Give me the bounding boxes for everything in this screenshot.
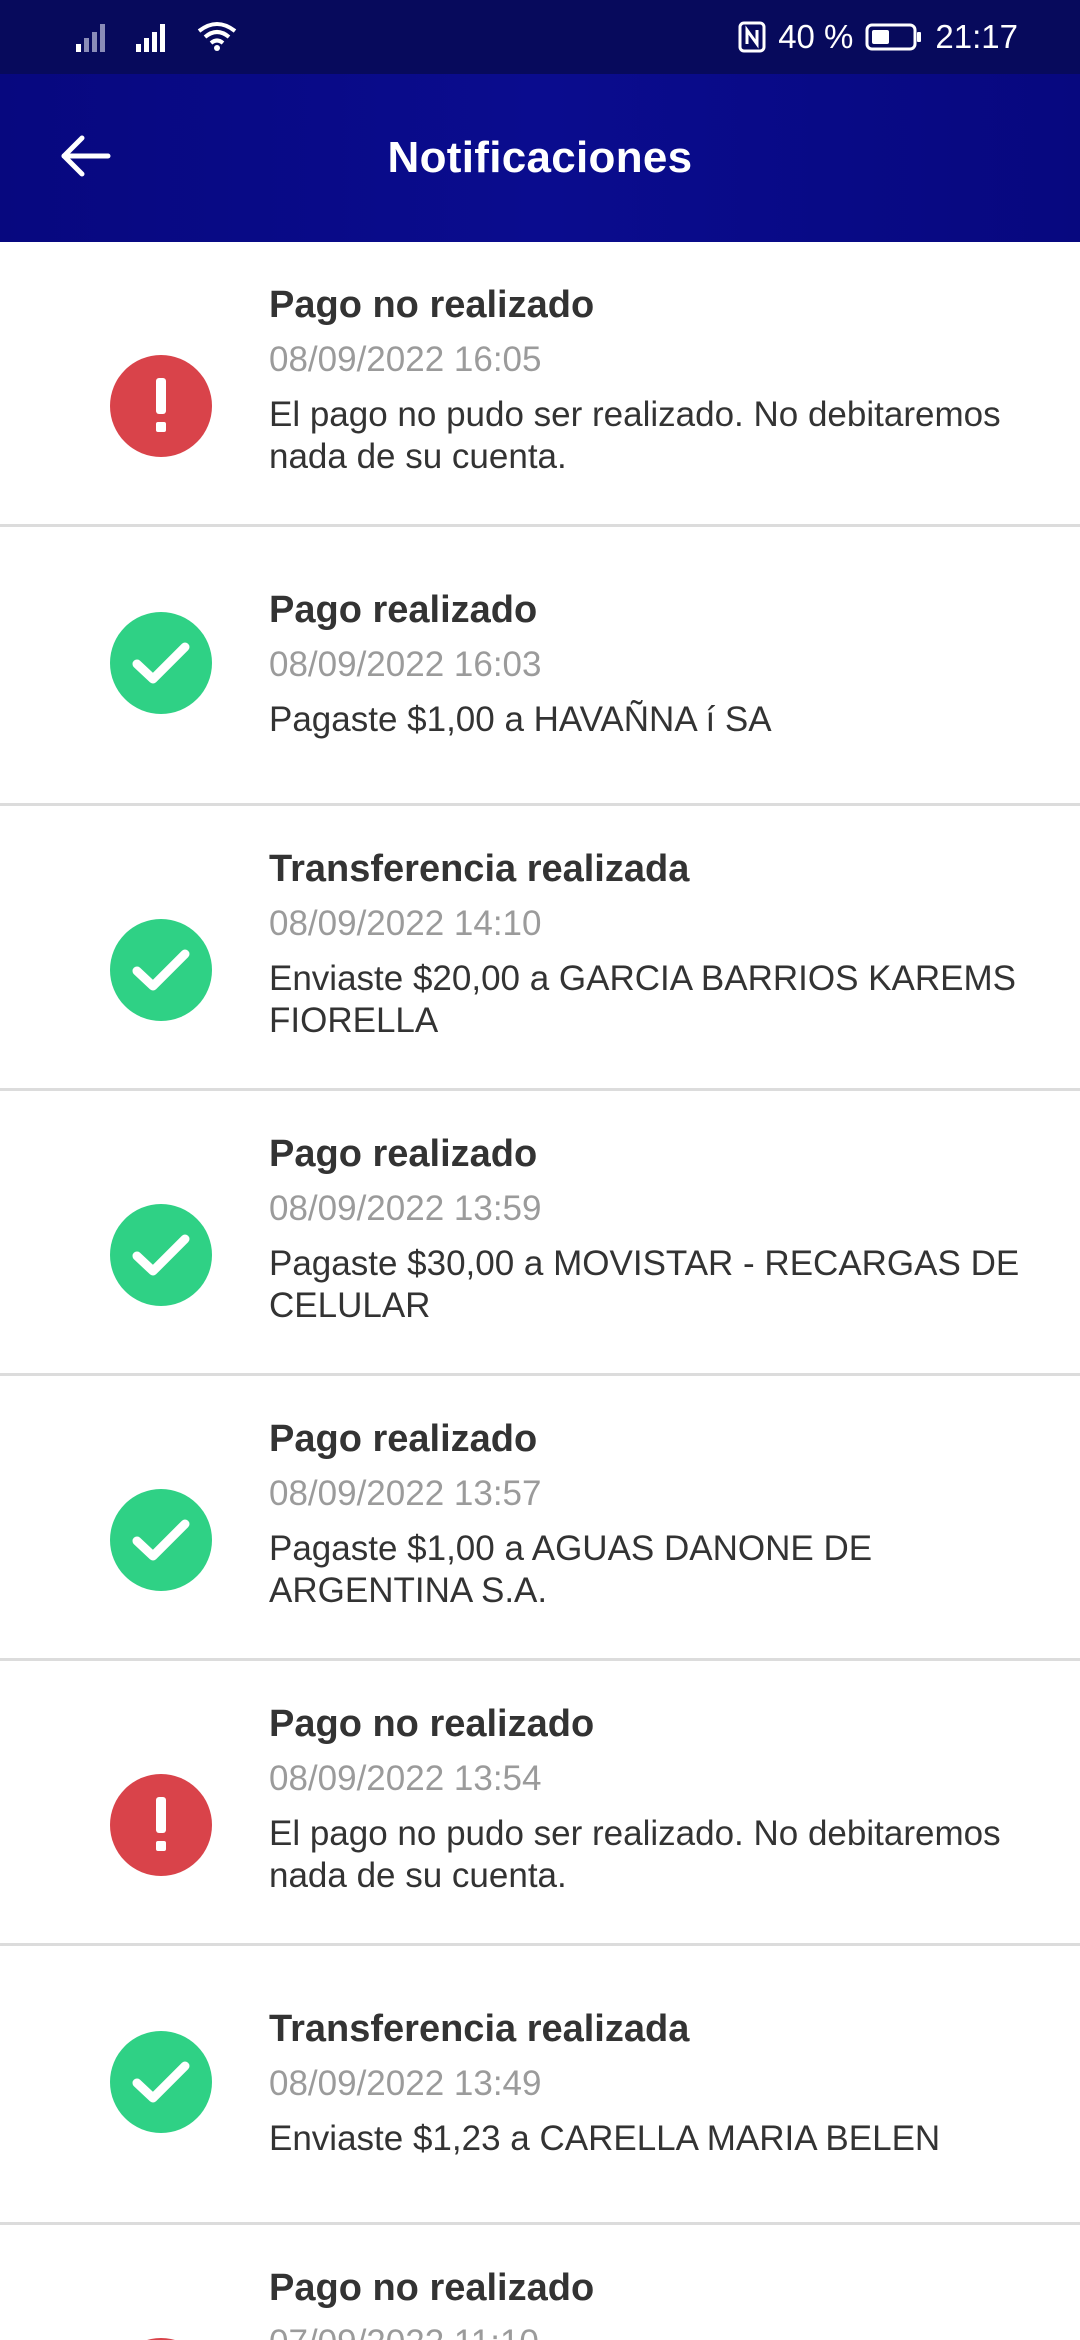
- notification-date: 08/09/2022 13:49: [269, 2064, 542, 2103]
- error-status-icon: [110, 355, 212, 457]
- notification-title: Pago no realizado: [269, 284, 595, 326]
- notification-date: 07/09/2022 11:10: [269, 2321, 1040, 2340]
- nfc-icon: [738, 21, 766, 53]
- notification-item[interactable]: Pago realizado 08/09/2022 13:57 Pagaste …: [0, 1376, 1080, 1661]
- notification-text: Pago realizado 08/09/2022 16:03 Pagaste …: [269, 587, 1040, 741]
- notification-description: El pago no pudo ser realizado. No debita…: [269, 395, 1001, 476]
- notification-title: Pago realizado: [269, 1133, 538, 1175]
- notification-date: 08/09/2022 16:03: [269, 645, 542, 684]
- success-status-icon: [110, 919, 212, 1021]
- notification-item[interactable]: Pago no realizado 08/09/2022 16:05 El pa…: [0, 242, 1080, 527]
- status-bar: 40 % 21:17: [0, 0, 1080, 74]
- check-icon: [132, 2061, 190, 2103]
- notification-date: 08/09/2022 14:10: [269, 904, 542, 943]
- notification-description: Pagaste $1,00 a AGUAS DANONE DE ARGENTIN…: [269, 1529, 873, 1610]
- notification-text: Transferencia realizada 08/09/2022 13:49…: [269, 2006, 1040, 2160]
- notification-text: Transferencia realizada 08/09/2022 14:10…: [269, 846, 1040, 1042]
- check-icon: [132, 1234, 190, 1276]
- error-status-icon: [110, 1774, 212, 1876]
- success-status-icon: [110, 612, 212, 714]
- signal-icon: [76, 22, 110, 52]
- notification-date: 08/09/2022 13:59: [269, 1189, 542, 1228]
- page-title: Notificaciones: [387, 133, 693, 182]
- notification-title: Pago no realizado: [269, 1703, 595, 1745]
- check-icon: [132, 949, 190, 991]
- notification-title: Pago realizado: [269, 1418, 538, 1460]
- notification-text: Pago realizado 08/09/2022 13:59 Pagaste …: [269, 1131, 1040, 1327]
- notification-item[interactable]: Transferencia realizada 08/09/2022 14:10…: [0, 806, 1080, 1091]
- notification-description: Pagaste $1,00 a HAVAÑNA í SA: [269, 700, 772, 739]
- notification-description: Enviaste $20,00 a GARCIA BARRIOS KAREMS …: [269, 959, 1016, 1040]
- notification-list: Pago no realizado 08/09/2022 16:05 El pa…: [0, 242, 1080, 2340]
- check-icon: [132, 642, 190, 684]
- notification-item[interactable]: Pago realizado 08/09/2022 16:03 Pagaste …: [0, 527, 1080, 806]
- notification-item[interactable]: Pago no realizado 08/09/2022 13:54 El pa…: [0, 1661, 1080, 1946]
- notification-title: Pago realizado: [269, 589, 538, 631]
- notification-text: Pago realizado 08/09/2022 13:57 Pagaste …: [269, 1416, 1040, 1612]
- success-status-icon: [110, 2031, 212, 2133]
- battery-percent: 40 %: [778, 18, 854, 55]
- clock: 21:17: [935, 18, 1018, 55]
- status-bar-right: 40 % 21:17: [738, 18, 1018, 56]
- notification-item[interactable]: Pago no realizado 07/09/2022 11:10: [0, 2225, 1080, 2340]
- notification-description: Enviaste $1,23 a CARELLA MARIA BELEN: [269, 2119, 941, 2158]
- notification-text: Pago no realizado 08/09/2022 16:05 El pa…: [269, 282, 1040, 478]
- battery-icon: [865, 22, 923, 52]
- wifi-icon: [196, 21, 238, 53]
- notification-title: Pago no realizado: [269, 2267, 595, 2309]
- success-status-icon: [110, 1204, 212, 1306]
- success-status-icon: [110, 1489, 212, 1591]
- notification-description: El pago no pudo ser realizado. No debita…: [269, 1814, 1001, 1895]
- notification-date: 08/09/2022 13:54: [269, 1759, 542, 1798]
- exclamation-icon: [156, 1797, 166, 1851]
- notification-item[interactable]: Transferencia realizada 08/09/2022 13:49…: [0, 1946, 1080, 2225]
- notification-text: Pago no realizado 07/09/2022 11:10: [269, 2265, 1040, 2340]
- notification-date: 08/09/2022 16:05: [269, 340, 542, 379]
- notification-text: Pago no realizado 08/09/2022 13:54 El pa…: [269, 1701, 1040, 1897]
- notification-description: Pagaste $30,00 a MOVISTAR - RECARGAS DE …: [269, 1244, 1020, 1325]
- notification-item[interactable]: Pago realizado 08/09/2022 13:59 Pagaste …: [0, 1091, 1080, 1376]
- check-icon: [132, 1519, 190, 1561]
- app-bar: Notificaciones: [0, 74, 1080, 242]
- notification-date: 08/09/2022 13:57: [269, 1474, 542, 1513]
- notification-title: Transferencia realizada: [269, 848, 690, 890]
- status-bar-left: [76, 21, 238, 53]
- notification-title: Transferencia realizada: [269, 2008, 690, 2050]
- signal-icon: [136, 22, 170, 52]
- exclamation-icon: [156, 378, 166, 432]
